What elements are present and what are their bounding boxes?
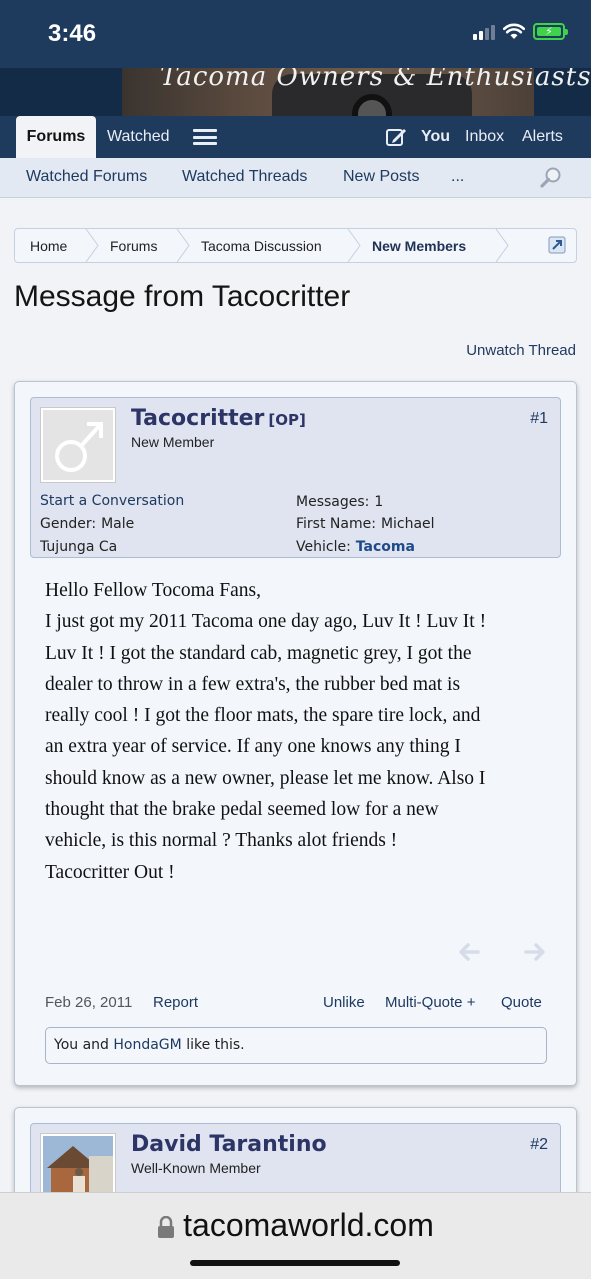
likes-summary: You and HondaGM like this. xyxy=(45,1027,547,1064)
username[interactable]: Tacocritter [OP] xyxy=(131,406,306,431)
username[interactable]: David Tarantino xyxy=(131,1132,327,1157)
breadcrumb-separator xyxy=(85,229,99,262)
post-number[interactable]: #1 xyxy=(530,410,548,428)
status-time: 3:46 xyxy=(48,20,97,47)
report-link[interactable]: Report xyxy=(153,994,198,1011)
breadcrumb-separator xyxy=(176,229,190,262)
unwatch-thread-link[interactable]: Unwatch Thread xyxy=(466,342,576,359)
gender-label: Gender: xyxy=(40,516,97,532)
breadcrumb-home[interactable]: Home xyxy=(30,229,67,262)
message-line: I just got my 2011 Tacoma one day ago, L… xyxy=(45,611,487,633)
previous-arrow-icon[interactable] xyxy=(458,941,480,963)
username-text[interactable]: Tacocritter xyxy=(131,406,264,431)
page-title: Message from Tacocritter xyxy=(14,280,351,313)
url-domain: tacomaworld.com xyxy=(183,1207,434,1243)
post-1: Tacocritter [OP] New Member #1 Start a Co… xyxy=(14,381,577,1086)
user-gender: Gender: Male xyxy=(40,516,134,532)
message-line: an extra year of service. If any one kno… xyxy=(45,736,461,758)
avatar[interactable] xyxy=(41,408,115,482)
post-message: Hello Fellow Tocoma Fans, I just got my … xyxy=(45,575,545,888)
subnav-more[interactable]: ... xyxy=(451,168,464,186)
compose-button[interactable] xyxy=(385,116,407,158)
message-line: Tacocritter Out ! xyxy=(45,861,175,883)
message-line: thought that the brake pedal seemed low … xyxy=(45,799,439,821)
breadcrumb-separator xyxy=(495,229,509,262)
compose-icon xyxy=(386,129,406,146)
message-line: Luv It ! I got the standard cab, magneti… xyxy=(45,642,472,664)
breadcrumb-forums[interactable]: Forums xyxy=(110,229,157,262)
url-display[interactable]: tacomaworld.com xyxy=(0,1207,591,1244)
first-name-value: Michael xyxy=(380,516,435,532)
search-icon[interactable] xyxy=(539,166,563,190)
user-messages: Messages: 1 xyxy=(296,494,383,510)
tab-forums[interactable]: Forums xyxy=(16,116,96,158)
user-vehicle: Vehicle: Tacoma xyxy=(296,539,415,555)
vehicle-label: Vehicle: xyxy=(296,539,351,555)
likes-prefix: You and xyxy=(54,1037,109,1053)
post-number[interactable]: #2 xyxy=(530,1136,548,1154)
main-nav: Forums Watched You Inbox Alerts xyxy=(0,116,591,158)
start-conversation-link[interactable]: Start a Conversation xyxy=(40,493,184,509)
wifi-icon xyxy=(503,23,525,39)
site-logo-text: Tacoma Owners & Enthusiasts xyxy=(160,68,591,92)
home-indicator[interactable] xyxy=(190,1260,400,1266)
menu-button[interactable] xyxy=(193,116,217,158)
breadcrumb-separator xyxy=(347,229,361,262)
likes-suffix: like this. xyxy=(186,1037,245,1053)
status-bar: 3:46 ⚡ xyxy=(0,0,591,68)
messages-label: Messages: xyxy=(296,494,370,510)
hamburger-menu-icon xyxy=(193,129,217,145)
site-banner[interactable]: Tacoma Owners & Enthusiasts xyxy=(0,68,591,116)
unlike-link[interactable]: Unlike xyxy=(323,994,365,1011)
battery-charging-icon: ⚡ xyxy=(533,22,568,40)
male-symbol-icon xyxy=(55,422,103,472)
quote-link[interactable]: Quote xyxy=(501,994,542,1011)
cellular-signal-icon xyxy=(473,22,495,40)
subnav-watched-forums[interactable]: Watched Forums xyxy=(26,168,147,186)
jump-to-icon[interactable] xyxy=(548,236,566,254)
message-line: dealer to throw in a few extra's, the ru… xyxy=(45,673,461,695)
multi-quote-link[interactable]: Multi-Quote + xyxy=(385,994,475,1011)
vehicle-link[interactable]: Tacoma xyxy=(356,539,415,555)
message-line: Hello Fellow Tocoma Fans, xyxy=(45,580,262,601)
tab-alerts[interactable]: Alerts xyxy=(522,116,563,158)
subnav-new-posts[interactable]: New Posts xyxy=(343,168,419,186)
breadcrumb-new-members[interactable]: New Members xyxy=(372,229,466,262)
message-line: vehicle, is this normal ? Thanks alot fr… xyxy=(45,830,398,852)
lock-icon xyxy=(158,1216,175,1238)
messages-value: 1 xyxy=(374,494,384,510)
liker-link[interactable]: HondaGM xyxy=(113,1037,181,1053)
tab-you[interactable]: You xyxy=(421,116,450,158)
first-name-label: First Name: xyxy=(296,516,376,532)
op-badge: [OP] xyxy=(268,411,306,429)
post-date[interactable]: Feb 26, 2011 xyxy=(45,994,132,1011)
browser-url-bar[interactable]: tacomaworld.com xyxy=(0,1192,591,1279)
breadcrumb: Home Forums Tacoma Discussion New Member… xyxy=(14,228,577,263)
user-title: Well-Known Member xyxy=(131,1160,261,1176)
user-first-name: First Name: Michael xyxy=(296,516,435,532)
subnav-watched-threads[interactable]: Watched Threads xyxy=(182,168,307,186)
sub-nav: Watched Forums Watched Threads New Posts… xyxy=(0,158,591,198)
tab-inbox[interactable]: Inbox xyxy=(465,116,504,158)
user-title: New Member xyxy=(131,434,215,450)
breadcrumb-tacoma-discussion[interactable]: Tacoma Discussion xyxy=(201,229,322,262)
status-icons: ⚡ xyxy=(473,22,568,40)
user-info-block: Tacocritter [OP] New Member #1 Start a Co… xyxy=(30,397,561,558)
message-line: should know as a new owner, please let m… xyxy=(45,767,486,789)
tab-watched[interactable]: Watched xyxy=(107,116,170,158)
user-location: Tujunga Ca xyxy=(40,539,118,555)
message-line: really cool ! I got the floor mats, the … xyxy=(45,705,481,727)
next-arrow-icon[interactable] xyxy=(524,941,546,963)
gender-value: Male xyxy=(101,516,135,532)
